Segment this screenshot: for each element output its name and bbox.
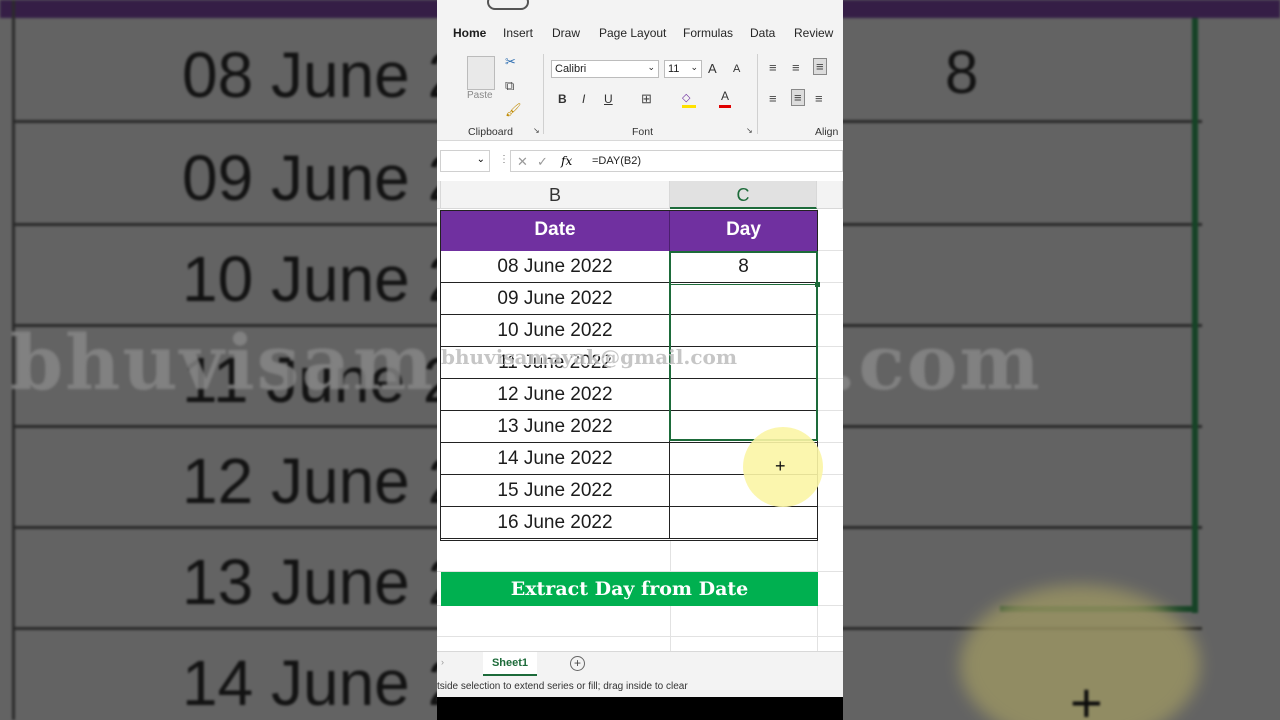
formula-bar-menu-icon[interactable]: ⋮ xyxy=(499,154,509,165)
clipboard-launcher-icon[interactable]: ↘ xyxy=(533,126,540,135)
date-cell[interactable]: 08 June 2022 xyxy=(441,251,670,283)
fill-color-icon[interactable]: ◇ xyxy=(682,91,696,108)
column-header-c[interactable]: C xyxy=(670,181,817,209)
day-cell[interactable] xyxy=(670,507,817,539)
chevron-down-icon: ⌄ xyxy=(476,154,485,165)
align-right-icon[interactable]: ≡ xyxy=(815,91,823,106)
fill-handle[interactable] xyxy=(815,282,820,287)
cut-icon[interactable]: ✂ xyxy=(505,54,516,70)
gridline xyxy=(817,506,843,507)
date-cell[interactable]: 09 June 2022 xyxy=(441,283,670,315)
group-separator xyxy=(543,54,544,134)
tab-review[interactable]: Review xyxy=(794,26,833,40)
font-launcher-icon[interactable]: ↘ xyxy=(746,126,753,135)
watermark: bhuvisamayak@gmail.com xyxy=(441,345,738,369)
font-size-value: 11 xyxy=(668,63,680,75)
header-cell-date[interactable]: Date xyxy=(441,210,670,251)
chevron-down-icon: ⌄ xyxy=(690,62,698,72)
gridline xyxy=(817,314,843,315)
column-header-b[interactable]: B xyxy=(441,181,670,209)
date-cell[interactable]: 12 June 2022 xyxy=(441,379,670,411)
enter-icon[interactable]: ✓ xyxy=(537,154,548,170)
gridline xyxy=(817,282,843,283)
paste-icon[interactable] xyxy=(467,56,495,90)
format-painter-icon[interactable]: 🖌 xyxy=(505,102,522,118)
tab-data[interactable]: Data xyxy=(750,26,775,40)
status-bar: tside selection to extend series or fill… xyxy=(437,677,843,697)
paste-button-label[interactable]: Paste xyxy=(467,90,493,101)
autosave-toggle[interactable] xyxy=(487,0,529,10)
date-cell[interactable]: 10 June 2022 xyxy=(441,315,670,347)
gridline xyxy=(817,346,843,347)
date-cell[interactable]: 16 June 2022 xyxy=(441,507,670,539)
ribbon: Paste ✂ ⧉ 🖌 Clipboard ↘ Calibri ⌄ 11 ⌄ A A… xyxy=(437,48,843,141)
scroll-tabs-left-icon[interactable]: › xyxy=(441,657,444,667)
formula-text: =DAY(B2) xyxy=(592,155,642,167)
excel-window: Home Insert Draw Page Layout Formulas Da… xyxy=(437,0,843,697)
chevron-down-icon: ⌄ xyxy=(647,62,655,72)
bold-button[interactable]: B xyxy=(558,92,567,106)
tab-page-layout[interactable]: Page Layout xyxy=(599,26,666,40)
grow-font-button[interactable]: A xyxy=(708,61,717,76)
title-banner: Extract Day from Date xyxy=(441,572,818,606)
gridline xyxy=(817,410,843,411)
worksheet-grid[interactable]: B C Date Day 08 June 2022 8 09 June 2022 10… xyxy=(437,181,843,651)
status-text: tside selection to extend series or fill… xyxy=(437,681,688,692)
formula-input[interactable]: ✕ ✓ fx xyxy=(510,150,843,172)
align-middle-icon[interactable]: ≡ xyxy=(792,60,800,75)
active-cell-outline xyxy=(669,251,818,285)
cancel-icon[interactable]: ✕ xyxy=(517,154,528,170)
name-box[interactable]: ⌄ xyxy=(440,150,490,172)
add-sheet-icon[interactable]: + xyxy=(570,656,585,671)
title-bar xyxy=(437,0,843,14)
underline-button[interactable]: U xyxy=(604,92,613,106)
font-name-select[interactable]: Calibri ⌄ xyxy=(551,60,659,78)
font-name-value: Calibri xyxy=(555,63,587,75)
gridline xyxy=(437,636,843,637)
font-color-icon[interactable]: A xyxy=(719,89,731,108)
shrink-font-button[interactable]: A xyxy=(733,63,740,75)
align-center-icon[interactable]: ≡ xyxy=(791,89,805,106)
formula-bar: ⌄ ⋮ ✕ ✓ fx =DAY(B2) xyxy=(437,145,843,177)
date-cell[interactable]: 14 June 2022 xyxy=(441,443,670,475)
tab-formulas[interactable]: Formulas xyxy=(683,26,733,40)
gridline xyxy=(817,378,843,379)
align-top-icon[interactable]: ≡ xyxy=(769,60,777,75)
column-header-d[interactable] xyxy=(817,181,843,209)
insert-function-icon[interactable]: fx xyxy=(561,154,572,168)
group-separator xyxy=(757,54,758,134)
date-cell[interactable]: 13 June 2022 xyxy=(441,411,670,443)
bottom-letterbox xyxy=(437,697,843,720)
sheet-tab-bar: › Sheet1 + xyxy=(437,651,843,678)
align-bottom-icon[interactable]: ≡ xyxy=(813,58,827,75)
group-label-font: Font xyxy=(632,126,654,138)
group-label-alignment: Align xyxy=(815,126,839,138)
font-size-select[interactable]: 11 ⌄ xyxy=(664,60,702,78)
copy-icon[interactable]: ⧉ xyxy=(505,78,514,94)
tab-draw[interactable]: Draw xyxy=(552,26,580,40)
sheet-tab-sheet1[interactable]: Sheet1 xyxy=(483,652,537,676)
cursor-crosshair-icon: + xyxy=(775,456,786,476)
ribbon-tabs: Home Insert Draw Page Layout Formulas Da… xyxy=(437,14,843,59)
group-label-clipboard: Clipboard xyxy=(468,126,513,138)
tab-home[interactable]: Home xyxy=(453,26,486,40)
borders-icon[interactable]: ⊞ xyxy=(641,91,652,107)
header-cell-day[interactable]: Day xyxy=(670,210,817,251)
italic-button[interactable]: I xyxy=(582,92,585,106)
gridline xyxy=(817,250,843,251)
date-cell[interactable]: 15 June 2022 xyxy=(441,475,670,507)
tab-insert[interactable]: Insert xyxy=(503,26,533,40)
align-left-icon[interactable]: ≡ xyxy=(769,91,777,106)
gridline xyxy=(817,442,843,443)
